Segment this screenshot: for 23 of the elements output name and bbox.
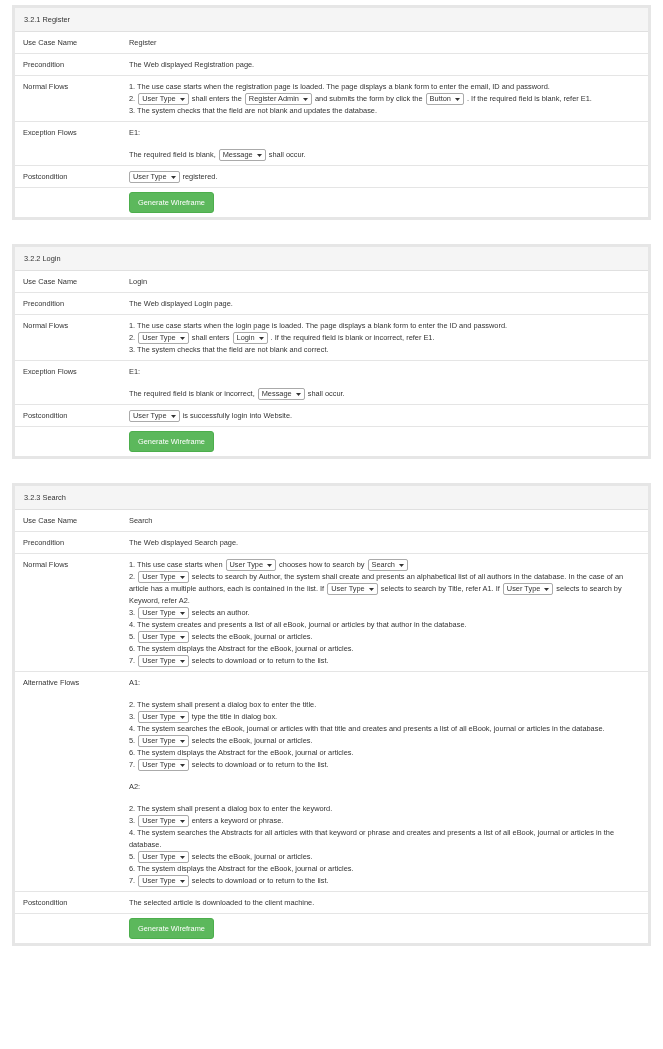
caret-icon [179, 879, 185, 883]
caret-icon [179, 715, 185, 719]
caret-icon [295, 392, 301, 396]
caret-icon [179, 97, 185, 101]
caret-icon [179, 575, 185, 579]
caret-icon [179, 739, 185, 743]
caret-icon [170, 414, 176, 418]
caret-icon [256, 153, 262, 157]
caret-icon [179, 819, 185, 823]
caret-icon [368, 587, 374, 591]
caret-icon [267, 563, 273, 567]
caret-icon [398, 563, 404, 567]
caret-icon [179, 855, 185, 859]
caret-icon [179, 611, 185, 615]
caret-icon [179, 763, 185, 767]
caret-icon [454, 97, 460, 101]
caret-icon [302, 97, 308, 101]
caret-icon [258, 336, 264, 340]
caret-icon [170, 175, 176, 179]
caret-icon [544, 587, 550, 591]
caret-icon [179, 659, 185, 663]
caret-icon [179, 635, 185, 639]
caret-icon [179, 336, 185, 340]
